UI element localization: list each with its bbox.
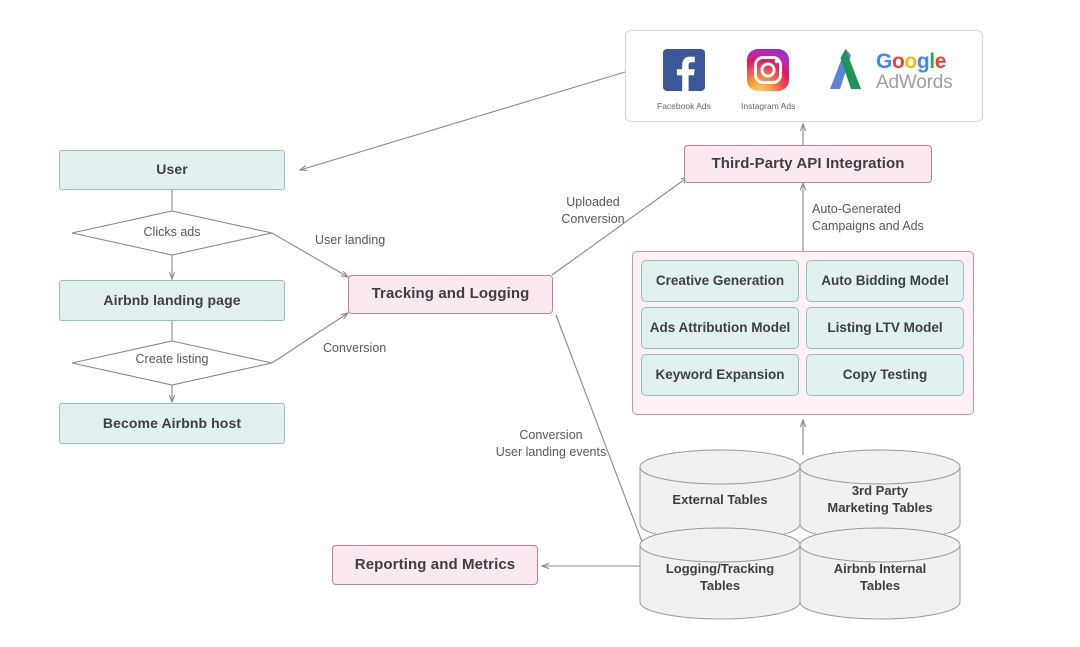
edge-adplatforms-to-user: [300, 71, 626, 170]
facebook-icon: [662, 49, 705, 96]
edge-label-uploaded-conversion: Uploaded Conversion: [561, 195, 625, 226]
cylinder-label-3rd-party-marketing: 3rd Party Marketing Tables: [827, 483, 933, 515]
ad-platform-facebook[interactable]: Facebook Ads: [657, 49, 711, 111]
model-listing-ltv[interactable]: Listing LTV Model: [806, 307, 964, 349]
model-copy-testing[interactable]: Copy Testing: [806, 354, 964, 396]
ad-platform-label: Facebook Ads: [657, 101, 711, 111]
edge-label-conversion-user-landing-events: Conversion User landing events: [495, 428, 607, 459]
adwords-wordmark: AdWords: [876, 71, 953, 93]
edge-label-auto-generated-campaigns: Auto-Generated Campaigns and Ads: [812, 202, 924, 233]
ad-platform-instagram[interactable]: Instagram Ads: [741, 49, 795, 111]
cylinder-label-airbnb-internal-tables: Airbnb Internal Tables: [833, 561, 927, 593]
edge-label-conversion: Conversion: [323, 341, 387, 355]
edge-label-user-landing: User landing: [315, 233, 386, 247]
ad-platform-google-adwords[interactable]: Google AdWords: [824, 46, 953, 97]
model-keyword-expansion[interactable]: Keyword Expansion: [641, 354, 799, 396]
model-creative-generation[interactable]: Creative Generation: [641, 260, 799, 302]
ml-models-container: Creative Generation Auto Bidding Model A…: [632, 251, 974, 415]
google-wordmark: Google: [876, 49, 946, 73]
node-user[interactable]: User: [59, 150, 285, 190]
cylinder-label-logging-tracking-tables: Logging/Tracking Tables: [665, 561, 775, 593]
google-adwords-icon: [824, 46, 872, 97]
decision-label-clicks-ads: Clicks ads: [143, 225, 201, 239]
node-airbnb-landing-page[interactable]: Airbnb landing page: [59, 280, 285, 321]
cylinder-label-external-tables: External Tables: [672, 492, 768, 507]
node-reporting-and-metrics[interactable]: Reporting and Metrics: [332, 545, 538, 585]
model-auto-bidding[interactable]: Auto Bidding Model: [806, 260, 964, 302]
node-become-airbnb-host[interactable]: Become Airbnb host: [59, 403, 285, 444]
node-third-party-api-integration[interactable]: Third-Party API Integration: [684, 145, 932, 183]
decision-label-create-listing: Create listing: [135, 352, 209, 366]
ad-platforms-panel: Facebook Ads Instagram Ads Google AdWord…: [625, 30, 983, 122]
model-ads-attribution[interactable]: Ads Attribution Model: [641, 307, 799, 349]
diagram-canvas: Facebook Ads Instagram Ads Google AdWord…: [0, 0, 1080, 647]
google-adwords-wordmark: Google AdWords: [876, 49, 953, 93]
ad-platform-label: Instagram Ads: [741, 101, 796, 111]
instagram-icon: [747, 49, 790, 96]
node-tracking-and-logging[interactable]: Tracking and Logging: [348, 275, 553, 314]
